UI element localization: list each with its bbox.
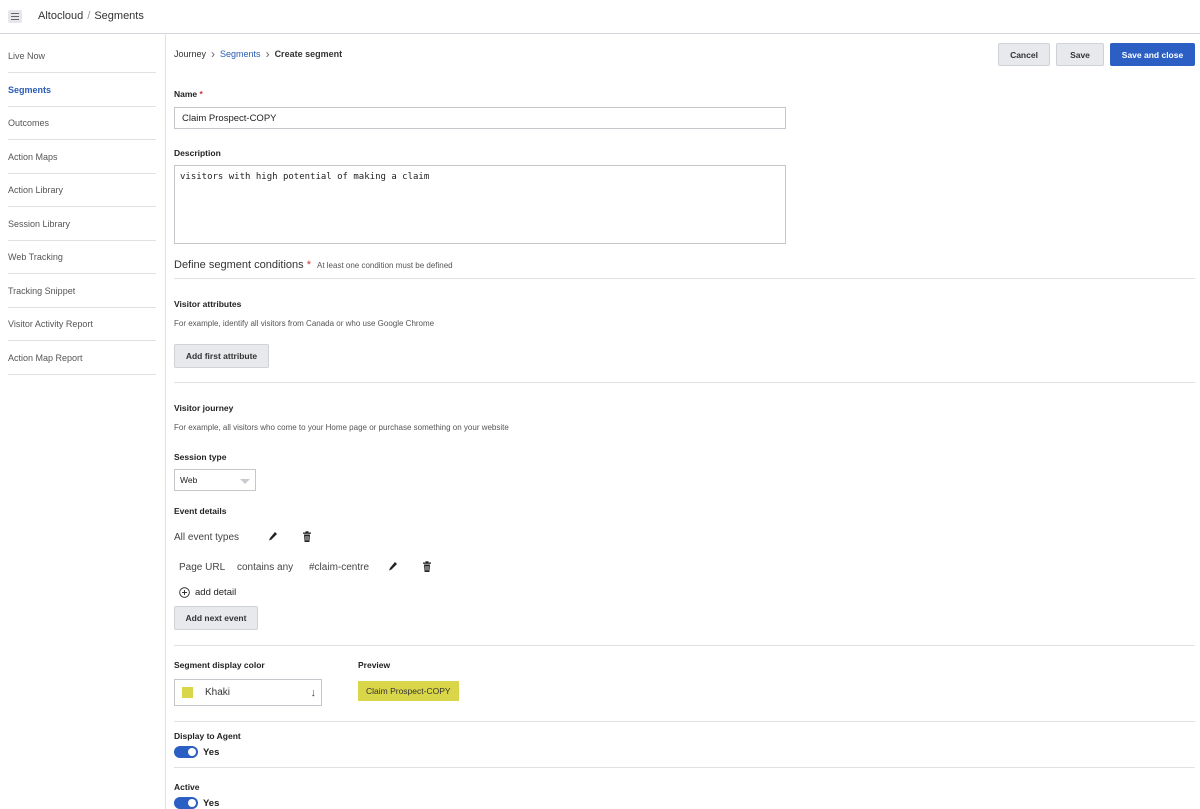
active-toggle[interactable]: Yes <box>174 797 219 809</box>
sidebar-item-label: Outcomes <box>8 118 50 128</box>
sidebar-item-label: Web Tracking <box>8 252 63 262</box>
save-button[interactable]: Save <box>1056 43 1104 66</box>
color-value: Khaki <box>205 687 231 698</box>
arrow-down-icon: ↓ <box>310 687 317 699</box>
plus-circle-icon <box>179 587 190 598</box>
conditions-note: At least one condition must be defined <box>316 261 453 270</box>
sidebar-item-label: Tracking Snippet <box>8 286 76 296</box>
trash-icon[interactable] <box>302 531 312 543</box>
main-content: Journey › Segments › Create segment Canc… <box>166 34 1200 809</box>
event-details-label: Event details <box>174 506 227 516</box>
name-label: Name * <box>174 89 203 99</box>
trash-icon[interactable] <box>422 561 432 573</box>
session-type-value: Web <box>180 475 198 485</box>
sidebar-item-label: Live Now <box>8 51 46 61</box>
divider <box>174 767 1195 768</box>
app-name[interactable]: Altocloud <box>38 10 83 22</box>
divider <box>174 645 1195 646</box>
session-type-select[interactable]: Web <box>174 469 256 491</box>
sidebar-item-visitor-activity-report[interactable]: Visitor Activity Report <box>8 308 156 341</box>
sidebar-item-label: Visitor Activity Report <box>8 319 93 329</box>
color-swatch <box>182 687 193 698</box>
toggle-label: Yes <box>203 797 220 809</box>
breadcrumb-journey[interactable]: Journey <box>174 49 206 59</box>
crumb-separator: / <box>87 10 91 22</box>
add-detail-button[interactable]: add detail <box>179 587 236 598</box>
divider <box>174 382 1195 383</box>
divider <box>174 278 1195 279</box>
sidebar-item-segments[interactable]: Segments <box>8 74 156 107</box>
detail-operator: contains any <box>237 562 294 573</box>
visitor-journey-help: For example, all visitors who come to yo… <box>174 423 509 432</box>
display-to-agent-toggle[interactable]: Yes <box>174 746 219 758</box>
add-detail-label: add detail <box>195 587 237 598</box>
preview-badge: Claim Prospect-COPY <box>358 681 459 701</box>
sidebar-item-label: Action Library <box>8 185 64 195</box>
segment-color-label: Segment display color <box>174 660 265 670</box>
event-types-text: All event types <box>174 532 240 543</box>
sidebar-item-action-map-report[interactable]: Action Map Report <box>8 342 156 375</box>
preview-label: Preview <box>358 660 391 670</box>
sidebar-item-label: Session Library <box>8 219 71 229</box>
sidebar-item-tracking-snippet[interactable]: Tracking Snippet <box>8 275 156 308</box>
visitor-attributes-title: Visitor attributes <box>174 299 242 309</box>
caret-down-icon <box>240 479 250 484</box>
app-page: Segments <box>94 10 144 22</box>
sidebar-item-label: Segments <box>8 85 52 95</box>
sidebar-item-label: Action Maps <box>8 152 58 162</box>
toggle-switch <box>174 797 198 809</box>
conditions-heading: Define segment conditions * At least one … <box>174 259 453 271</box>
sidebar-item-session-library[interactable]: Session Library <box>8 208 156 241</box>
active-label: Active <box>174 782 200 792</box>
sidebar: Live Now Segments Outcomes Action Maps A… <box>0 34 166 809</box>
sidebar-item-action-library[interactable]: Action Library <box>8 174 156 207</box>
chevron-right-icon: › <box>265 46 270 61</box>
toggle-label: Yes <box>203 746 220 758</box>
display-to-agent-label: Display to Agent <box>174 731 241 741</box>
description-label: Description <box>174 148 221 158</box>
detail-field: Page URL <box>179 562 226 573</box>
divider <box>174 721 1195 722</box>
sidebar-item-web-tracking[interactable]: Web Tracking <box>8 241 156 274</box>
breadcrumb: Journey › Segments › Create segment <box>174 46 343 61</box>
pencil-icon[interactable] <box>388 561 398 573</box>
description-textarea[interactable]: visitors with high potential of making a… <box>174 165 786 244</box>
visitor-attributes-help: For example, identify all visitors from … <box>174 319 435 328</box>
app-breadcrumb: Altocloud / Segments <box>38 10 144 22</box>
chevron-right-icon: › <box>211 46 216 61</box>
sidebar-item-action-maps[interactable]: Action Maps <box>8 141 156 174</box>
segment-color-select[interactable]: Khaki ↓ <box>174 679 322 706</box>
name-input[interactable]: Claim Prospect-COPY <box>174 107 786 129</box>
add-next-event-button[interactable]: Add next event <box>174 606 258 630</box>
session-type-label: Session type <box>174 452 227 462</box>
sidebar-item-live-now[interactable]: Live Now <box>8 40 156 73</box>
breadcrumb-segments[interactable]: Segments <box>220 49 261 59</box>
cancel-button[interactable]: Cancel <box>998 43 1050 66</box>
detail-value: #claim-centre <box>309 562 370 573</box>
top-bar: Altocloud / Segments <box>0 0 1200 34</box>
pencil-icon[interactable] <box>268 531 278 543</box>
visitor-journey-title: Visitor journey <box>174 403 234 413</box>
breadcrumb-current: Create segment <box>274 49 343 59</box>
save-and-close-button[interactable]: Save and close <box>1110 43 1195 66</box>
toggle-switch <box>174 746 198 758</box>
add-first-attribute-button[interactable]: Add first attribute <box>174 344 269 368</box>
hamburger-icon[interactable] <box>8 10 22 23</box>
sidebar-item-outcomes[interactable]: Outcomes <box>8 107 156 140</box>
sidebar-item-label: Action Map Report <box>8 353 83 363</box>
